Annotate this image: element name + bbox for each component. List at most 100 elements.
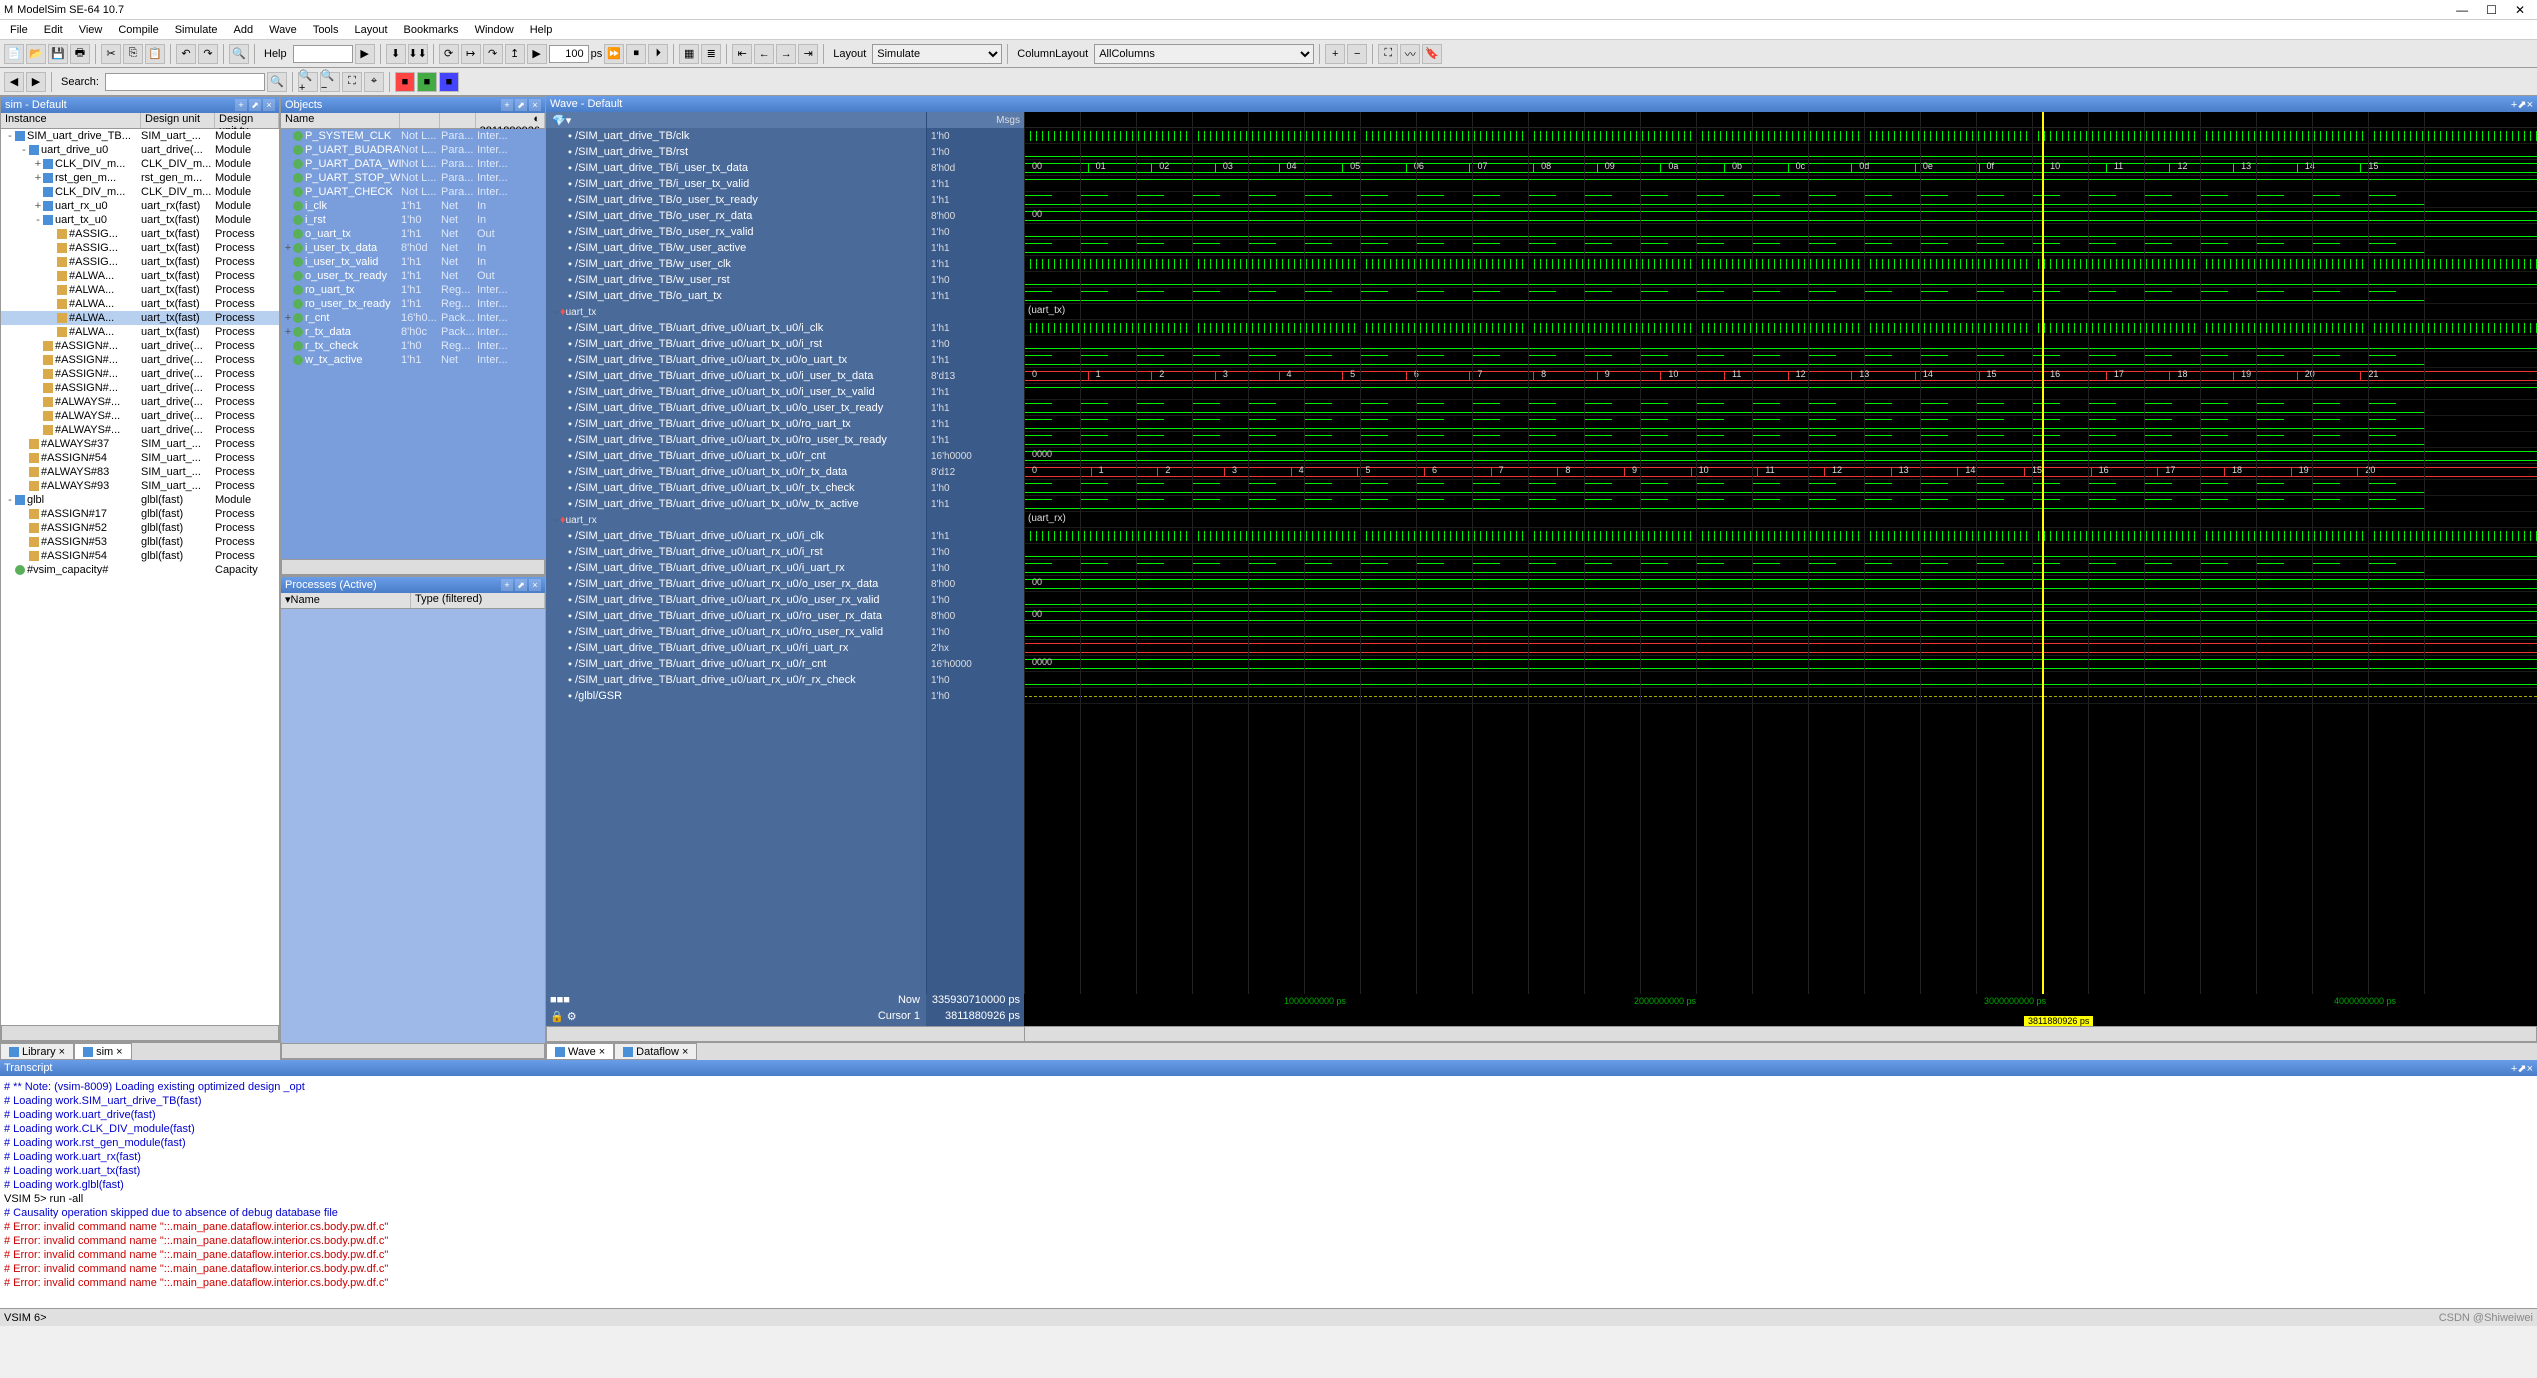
wave-signal-trace[interactable] <box>1024 320 2537 336</box>
sim-tree[interactable]: -SIM_uart_drive_TB...SIM_uart_...Module-… <box>1 129 279 1025</box>
wave-signal-name[interactable]: ⬩ /SIM_uart_drive_TB/uart_drive_u0/uart_… <box>546 560 926 576</box>
sim-row[interactable]: #ASSIGN#53glbl(fast)Process <box>1 535 279 549</box>
zoom-cursor-icon[interactable]: ⌖ <box>364 72 384 92</box>
mem-icon[interactable]: ▦ <box>679 44 699 64</box>
edge-next-icon[interactable]: → <box>776 44 796 64</box>
wave-signal-name[interactable]: ⬩ /SIM_uart_drive_TB/o_uart_tx <box>546 288 926 304</box>
object-row[interactable]: o_user_tx_ready1'h1NetOut <box>281 269 545 283</box>
menu-wave[interactable]: Wave <box>263 22 303 38</box>
obj-hscroll[interactable] <box>281 559 545 575</box>
tab-dataflow[interactable]: Dataflow× <box>614 1043 697 1060</box>
menu-help[interactable]: Help <box>524 22 559 38</box>
object-row[interactable]: +r_cnt16'h0...Pack...Inter... <box>281 311 545 325</box>
sim-row[interactable]: #ASSIGN#...uart_drive(...Process <box>1 367 279 381</box>
sim-row[interactable]: #ALWA...uart_tx(fast)Process <box>1 297 279 311</box>
wave-signal-trace[interactable] <box>1024 144 2537 160</box>
maximize-icon[interactable]: ☐ <box>2486 3 2497 17</box>
step-out-icon[interactable]: ↥ <box>505 44 525 64</box>
wave-signal-name[interactable]: ⬩ /SIM_uart_drive_TB/w_user_rst <box>546 272 926 288</box>
wave-signal-trace[interactable] <box>1024 256 2537 272</box>
wave-signal-name[interactable]: ⬩ /SIM_uart_drive_TB/w_user_active <box>546 240 926 256</box>
cursor-time-box[interactable]: 3811880926 ps <box>2024 1016 2093 1026</box>
wave-signal-trace[interactable]: 0123456789101112131415161718192021 <box>1024 368 2537 384</box>
wave-signal-name[interactable]: ⬩ /SIM_uart_drive_TB/uart_drive_u0/uart_… <box>546 576 926 592</box>
menu-simulate[interactable]: Simulate <box>169 22 224 38</box>
find-icon[interactable]: 🔍 <box>229 44 249 64</box>
list-icon[interactable]: ≣ <box>701 44 721 64</box>
compile-all-icon[interactable]: ⬇⬇ <box>408 44 428 64</box>
sim-row[interactable]: #ASSIG...uart_tx(fast)Process <box>1 255 279 269</box>
object-row[interactable]: w_tx_active1'h1NetInter... <box>281 353 545 367</box>
wave-signal-trace[interactable] <box>1024 400 2537 416</box>
wave-signal-name[interactable]: ⬩ /SIM_uart_drive_TB/rst <box>546 144 926 160</box>
wave-signal-names[interactable]: 💎▾⬩ /SIM_uart_drive_TB/clk⬩ /SIM_uart_dr… <box>546 112 1024 994</box>
transcript-body[interactable]: # ** Note: (vsim-8009) Loading existing … <box>0 1076 2537 1308</box>
menu-file[interactable]: File <box>4 22 34 38</box>
sim-row[interactable]: #ASSIG...uart_tx(fast)Process <box>1 241 279 255</box>
nav-fwd-icon[interactable]: ▶ <box>26 72 46 92</box>
sim-row[interactable]: +CLK_DIV_m...CLK_DIV_m...Module <box>1 157 279 171</box>
stop2-icon[interactable]: ■ <box>417 72 437 92</box>
minimize-icon[interactable]: — <box>2456 3 2468 17</box>
wave-signal-trace[interactable]: 0000 <box>1024 448 2537 464</box>
sim-row[interactable]: #ASSIGN#54SIM_uart_...Process <box>1 451 279 465</box>
close-panel-icon[interactable]: × <box>263 99 275 111</box>
tab-close-icon[interactable]: × <box>116 1046 122 1058</box>
wave-signal-name[interactable]: ⬩ /SIM_uart_drive_TB/o_user_rx_data <box>546 208 926 224</box>
wave-signal-trace[interactable] <box>1024 496 2537 512</box>
wave-plot[interactable]: 000102030405060708090a0b0c0d0e0f10111213… <box>1024 112 2537 994</box>
help-go-icon[interactable]: ▶ <box>355 44 375 64</box>
object-row[interactable]: i_rst1'h0NetIn <box>281 213 545 227</box>
sim-row[interactable]: #ASSIGN#...uart_drive(...Process <box>1 381 279 395</box>
wave-signal-trace[interactable] <box>1024 624 2537 640</box>
wave-signal-name[interactable]: ⬩ /SIM_uart_drive_TB/w_user_clk <box>546 256 926 272</box>
wave-signal-name[interactable]: ⬩ /SIM_uart_drive_TB/uart_drive_u0/uart_… <box>546 448 926 464</box>
cut-icon[interactable]: ✂ <box>101 44 121 64</box>
wave-signal-name[interactable]: ⬩ /SIM_uart_drive_TB/uart_drive_u0/uart_… <box>546 464 926 480</box>
sim-row[interactable]: #ALWA...uart_tx(fast)Process <box>1 325 279 339</box>
copy-icon[interactable]: ⎘ <box>123 44 143 64</box>
redo-icon[interactable]: ↷ <box>198 44 218 64</box>
proc-hscroll[interactable] <box>281 1043 545 1059</box>
object-row[interactable]: o_uart_tx1'h1NetOut <box>281 227 545 241</box>
wave-signal-name[interactable]: ⬩ /SIM_uart_drive_TB/uart_drive_u0/uart_… <box>546 320 926 336</box>
wave-signal-name[interactable]: ⬩ /SIM_uart_drive_TB/uart_drive_u0/uart_… <box>546 528 926 544</box>
wave-signal-trace[interactable] <box>1024 352 2537 368</box>
open-icon[interactable]: 📂 <box>26 44 46 64</box>
wave-signal-trace[interactable] <box>1024 384 2537 400</box>
wave-signal-name[interactable]: ⬩ /SIM_uart_drive_TB/uart_drive_u0/uart_… <box>546 352 926 368</box>
sim-row[interactable]: +uart_rx_u0uart_rx(fast)Module <box>1 199 279 213</box>
processes-tree[interactable] <box>281 609 545 1043</box>
compile-icon[interactable]: ⬇ <box>386 44 406 64</box>
wave-signal-trace[interactable]: 0000 <box>1024 656 2537 672</box>
object-row[interactable]: P_UART_DATA_WI...Not L...Para...Inter... <box>281 157 545 171</box>
zoom-in-icon[interactable]: 🔍+ <box>298 72 318 92</box>
wave-signal-trace[interactable]: (uart_rx) <box>1024 512 2537 528</box>
stop1-icon[interactable]: ■ <box>395 72 415 92</box>
run-icon[interactable]: ▶ <box>527 44 547 64</box>
wave-signal-name[interactable]: ⬩ /SIM_uart_drive_TB/uart_drive_u0/uart_… <box>546 336 926 352</box>
wave-signal-name[interactable]: ⬩ /SIM_uart_drive_TB/uart_drive_u0/uart_… <box>546 400 926 416</box>
continue-icon[interactable]: ⏵ <box>648 44 668 64</box>
wave-signal-trace[interactable]: 00 <box>1024 576 2537 592</box>
tab-library[interactable]: Library× <box>0 1043 74 1060</box>
wave-signal-trace[interactable] <box>1024 544 2537 560</box>
wave-signal-trace[interactable] <box>1024 480 2537 496</box>
object-row[interactable]: i_user_tx_valid1'h1NetIn <box>281 255 545 269</box>
object-row[interactable]: +r_tx_data8'h0cPack...Inter... <box>281 325 545 339</box>
help-input[interactable] <box>293 45 353 63</box>
wave-signal-trace[interactable] <box>1024 224 2537 240</box>
wave-signal-name[interactable]: ⬩ /SIM_uart_drive_TB/uart_drive_u0/uart_… <box>546 608 926 624</box>
break-icon[interactable]: ⏹ <box>626 44 646 64</box>
sim-row[interactable]: -SIM_uart_drive_TB...SIM_uart_...Module <box>1 129 279 143</box>
wave-signal-trace[interactable] <box>1024 672 2537 688</box>
wave-signal-trace[interactable] <box>1024 240 2537 256</box>
object-row[interactable]: P_UART_STOP_WI...Not L...Para...Inter... <box>281 171 545 185</box>
step-icon[interactable]: ↦ <box>461 44 481 64</box>
wave-signal-name[interactable]: ⬩ /SIM_uart_drive_TB/clk <box>546 128 926 144</box>
object-row[interactable]: P_UART_CHECKNot L...Para...Inter... <box>281 185 545 199</box>
wave-signal-name[interactable]: ⬩ /SIM_uart_drive_TB/uart_drive_u0/uart_… <box>546 368 926 384</box>
wave-signal-trace[interactable] <box>1024 336 2537 352</box>
undo-icon[interactable]: ↶ <box>176 44 196 64</box>
wave-signal-name[interactable]: - ♦ uart_rx <box>546 512 926 528</box>
